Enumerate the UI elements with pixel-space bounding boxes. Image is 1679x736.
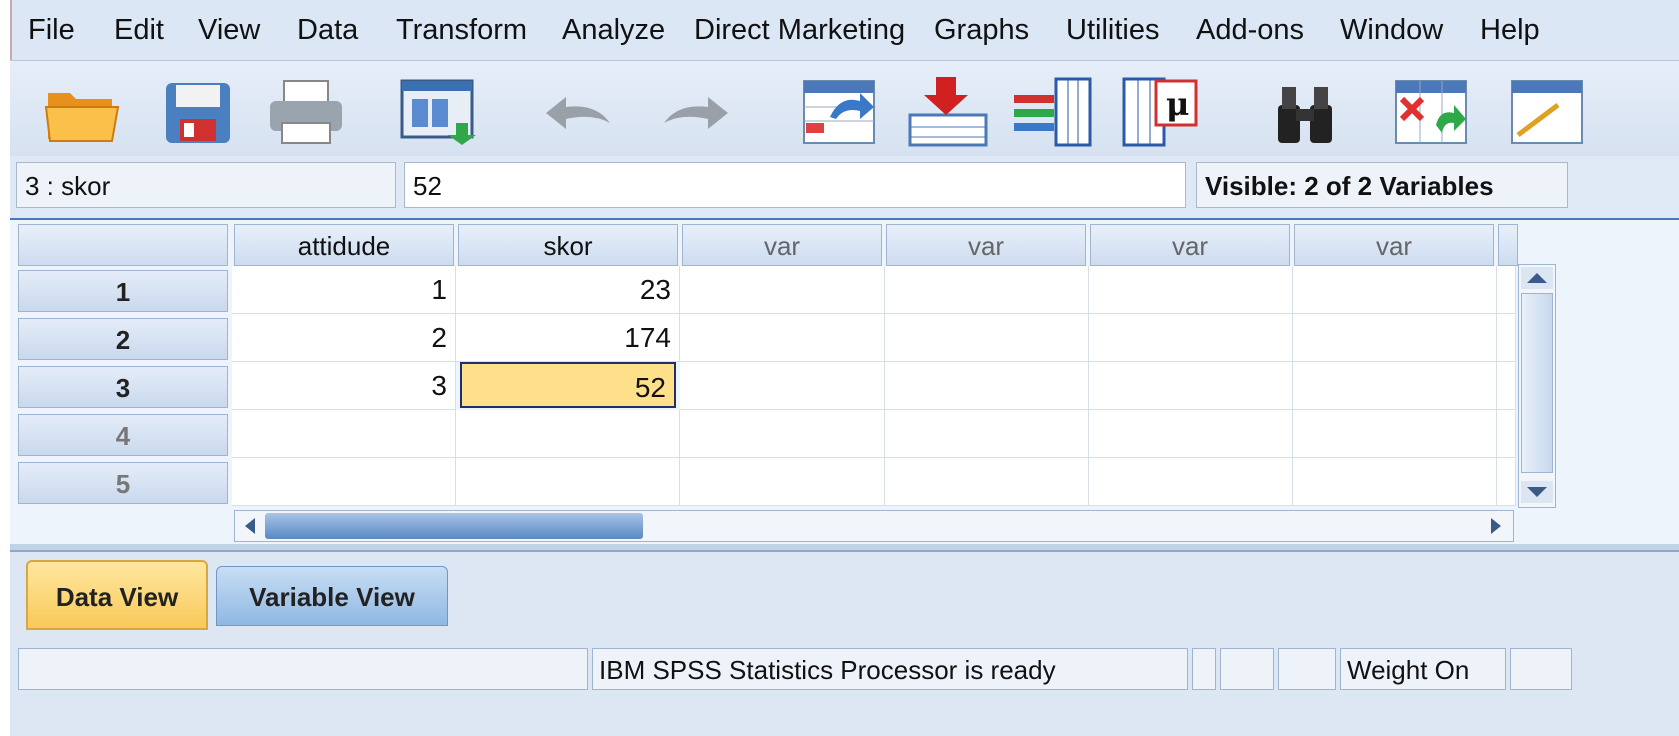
scroll-up-icon[interactable]: [1521, 267, 1553, 289]
menu-direct-marketing[interactable]: Direct Marketing: [694, 14, 926, 47]
menu-utilities[interactable]: Utilities: [1066, 14, 1159, 47]
cell-attidude[interactable]: [232, 410, 456, 458]
menu-help[interactable]: Help: [1480, 14, 1540, 47]
horizontal-scrollbar[interactable]: [234, 510, 1514, 542]
cell-attidude[interactable]: 3: [232, 362, 456, 410]
column-header-skor[interactable]: skor: [458, 224, 678, 266]
menu-add-ons[interactable]: Add-ons: [1196, 14, 1304, 47]
processor-status: IBM SPSS Statistics Processor is ready: [592, 648, 1188, 690]
tab-data-view[interactable]: Data View: [26, 560, 208, 630]
status-box: [1278, 648, 1336, 690]
cell-value-input[interactable]: 52: [404, 162, 1186, 208]
variables-icon[interactable]: μ: [1120, 75, 1200, 149]
redo-icon[interactable]: [656, 75, 736, 149]
status-bar: IBM SPSS Statistics Processor is ready W…: [10, 640, 1679, 736]
status-info-box: [18, 648, 588, 690]
weight-cases-icon[interactable]: [1508, 75, 1588, 149]
grid-line: [1496, 266, 1497, 506]
column-header-var[interactable]: var: [1294, 224, 1494, 266]
toolbar: μ: [10, 60, 1679, 157]
data-grid: attidude skor var var var var 1 2 3 4 5 …: [10, 218, 1679, 550]
vertical-scrollbar[interactable]: [1518, 264, 1556, 508]
cell-attidude[interactable]: [232, 458, 456, 506]
empty-cells-area[interactable]: [680, 266, 1516, 506]
column-header-var[interactable]: var: [682, 224, 882, 266]
menu-file[interactable]: File: [28, 14, 75, 47]
tab-variable-view[interactable]: Variable View: [216, 566, 448, 626]
undo-icon[interactable]: [538, 75, 618, 149]
grid-line: [1292, 266, 1293, 506]
corner-header[interactable]: [18, 224, 228, 266]
column-header-var[interactable]: var: [1090, 224, 1290, 266]
save-icon[interactable]: [160, 75, 240, 149]
open-folder-icon[interactable]: [42, 75, 122, 149]
status-box: [1192, 648, 1216, 690]
grid-line: [1088, 266, 1089, 506]
status-box: [1220, 648, 1274, 690]
goto-case-icon[interactable]: [800, 75, 880, 149]
horizontal-scroll-thumb[interactable]: [265, 513, 643, 539]
find-icon[interactable]: [1266, 75, 1346, 149]
mu-symbol: μ: [1166, 85, 1189, 123]
cell-skor[interactable]: [456, 410, 680, 458]
row-header[interactable]: 3: [18, 366, 228, 408]
scroll-left-icon[interactable]: [237, 513, 263, 539]
cell-attidude[interactable]: 2: [232, 314, 456, 362]
cell-skor[interactable]: 174: [456, 314, 680, 362]
grid-line: [884, 266, 885, 506]
insert-cases-icon[interactable]: [908, 75, 988, 149]
scroll-down-icon[interactable]: [1521, 481, 1553, 503]
column-header-var[interactable]: var: [886, 224, 1086, 266]
menu-view[interactable]: View: [198, 14, 260, 47]
row-header[interactable]: 1: [18, 270, 228, 312]
dialog-recall-icon[interactable]: [398, 75, 478, 149]
cell-attidude[interactable]: 1: [232, 266, 456, 314]
menu-graphs[interactable]: Graphs: [934, 14, 1029, 47]
menu-data[interactable]: Data: [297, 14, 358, 47]
menu-transform[interactable]: Transform: [396, 14, 556, 47]
menu-window[interactable]: Window: [1340, 14, 1443, 47]
cell-skor[interactable]: 23: [456, 266, 680, 314]
weight-status: Weight On: [1340, 648, 1506, 690]
vertical-scroll-thumb[interactable]: [1521, 293, 1553, 473]
print-icon[interactable]: [266, 75, 346, 149]
column-header-attidude[interactable]: attidude: [234, 224, 454, 266]
menu-bar: File Edit View Data Transform Analyze Di…: [10, 0, 1679, 60]
cell-skor[interactable]: [456, 458, 680, 506]
row-header[interactable]: 5: [18, 462, 228, 504]
split-file-icon[interactable]: [1392, 75, 1472, 149]
cell-skor-selected[interactable]: 52: [460, 362, 676, 408]
column-header-partial[interactable]: [1498, 224, 1518, 266]
row-header[interactable]: 2: [18, 318, 228, 360]
menu-analyze[interactable]: Analyze: [562, 14, 665, 47]
row-header[interactable]: 4: [18, 414, 228, 456]
visible-variables-label: Visible: 2 of 2 Variables: [1196, 162, 1568, 208]
cell-editor-bar: 3 : skor 52 Visible: 2 of 2 Variables: [10, 156, 1679, 218]
cell-reference: 3 : skor: [16, 162, 396, 208]
insert-variable-icon[interactable]: [1012, 75, 1092, 149]
status-box: [1510, 648, 1572, 690]
menu-edit[interactable]: Edit: [114, 14, 164, 47]
scroll-right-icon[interactable]: [1483, 513, 1509, 539]
view-tabs: Data View Variable View: [10, 550, 1679, 642]
